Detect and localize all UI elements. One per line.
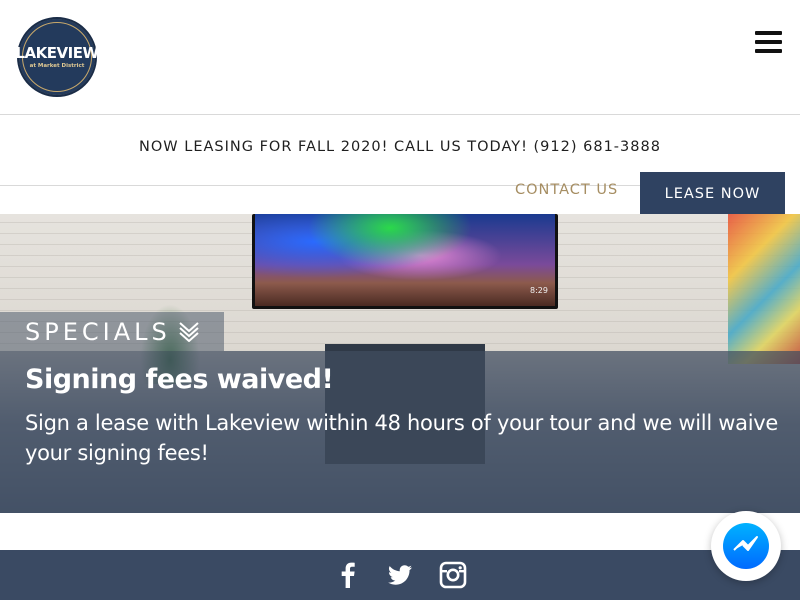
special-description: Sign a lease with Lakeview within 48 hou… xyxy=(25,411,778,465)
menu-line xyxy=(755,31,782,35)
wall-art xyxy=(728,214,800,364)
tv-screen xyxy=(255,214,555,306)
menu-line xyxy=(755,40,782,44)
twitter-icon[interactable] xyxy=(386,561,414,589)
menu-line xyxy=(755,49,782,53)
announcement-bar: NOW LEASING FOR FALL 2020! CALL US TODAY… xyxy=(0,116,800,178)
messenger-icon xyxy=(723,523,769,569)
lease-now-button[interactable]: LEASE NOW xyxy=(640,172,785,216)
announcement-text: NOW LEASING FOR FALL 2020! CALL US TODAY… xyxy=(139,139,661,155)
contact-us-link[interactable]: CONTACT US xyxy=(515,182,618,198)
logo-sub-text: at Market District xyxy=(29,62,85,69)
tv-time: 8:29 xyxy=(530,286,548,295)
hamburger-menu-icon[interactable] xyxy=(755,31,782,54)
messenger-bolt-icon xyxy=(733,536,758,551)
messenger-chat-button[interactable] xyxy=(711,511,781,581)
chevron-double-down-icon[interactable] xyxy=(178,320,200,342)
site-header: LAKEVIEW at Market District xyxy=(0,0,800,115)
logo-main-text: LAKEVIEW xyxy=(15,43,99,62)
specials-heading: SPECIALS xyxy=(25,318,171,346)
lakeview-logo[interactable]: LAKEVIEW at Market District xyxy=(15,17,99,97)
special-title: Signing fees waived! xyxy=(25,364,334,395)
tv: 8:29 xyxy=(252,214,558,309)
instagram-icon[interactable] xyxy=(439,561,467,589)
facebook-icon[interactable] xyxy=(334,561,362,589)
